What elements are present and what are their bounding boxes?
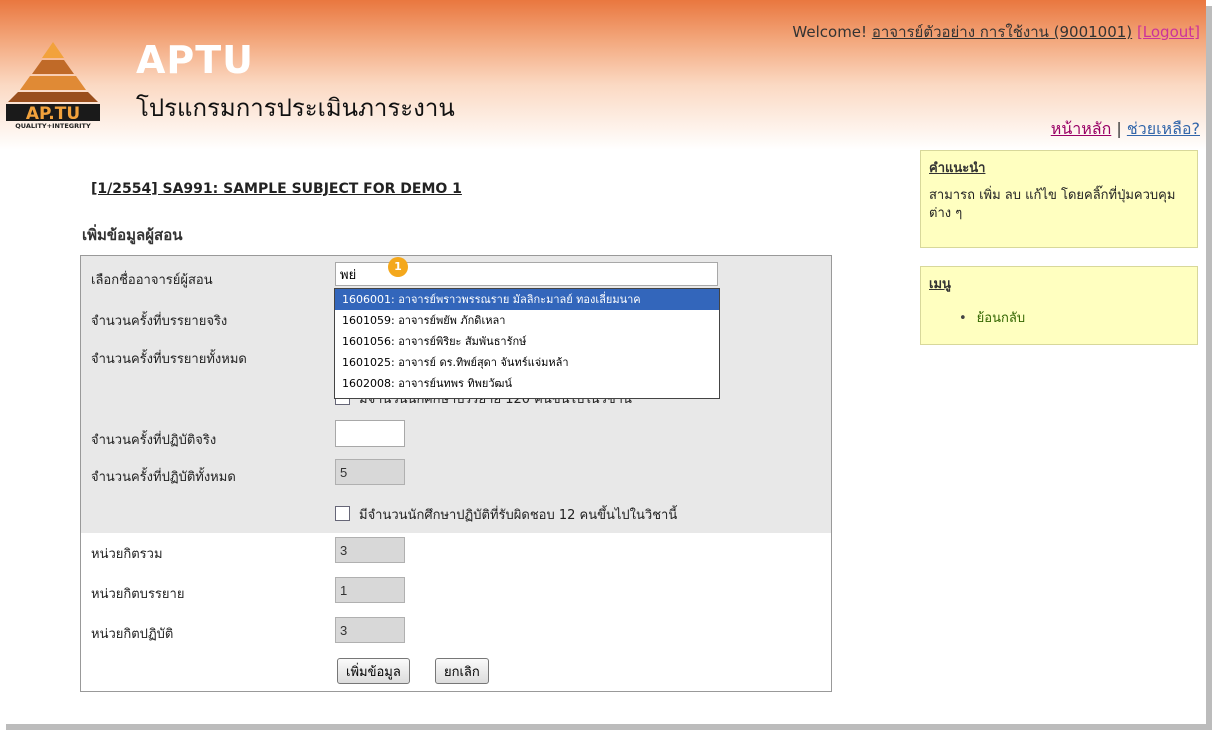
autocomplete-option[interactable]: 1601056: อาจารย์พิริยะ สัมพันธารักษ์ xyxy=(335,331,719,352)
aptu-logo: AP.TU QUALITY+INTEGRITY xyxy=(6,42,100,130)
logout-link[interactable]: [Logout] xyxy=(1137,23,1200,41)
credit-lecture-label: หน่วยกิตบรรยาย xyxy=(91,587,185,602)
link-separator: | xyxy=(1116,119,1122,138)
autocomplete-option[interactable]: 1601059: อาจารย์พยัพ ภักดิเหลา xyxy=(335,310,719,331)
lecture-total-label: จำนวนครั้งที่บรรยายทั้งหมด xyxy=(91,352,247,367)
subject-title[interactable]: [1/2554] SA991: SAMPLE SUBJECT FOR DEMO … xyxy=(91,181,462,197)
header: AP.TU QUALITY+INTEGRITY APTU โปรแกรมการป… xyxy=(0,0,1206,150)
user-name-link[interactable]: อาจารย์ตัวอย่าง การใช้งาน (9001001) xyxy=(872,23,1132,41)
add-data-button[interactable]: เพิ่มข้อมูล xyxy=(337,658,410,684)
menu-title: เมนู xyxy=(929,277,951,292)
autocomplete-option[interactable]: 1601025: อาจารย์ ดร.ทิพย์สุดา จันทร์แจ่ม… xyxy=(335,352,719,373)
step-number-badge: 1 xyxy=(388,257,408,277)
bullet-icon: • xyxy=(959,311,967,326)
welcome-bar: Welcome! อาจารย์ตัวอย่าง การใช้งาน (9001… xyxy=(792,20,1200,44)
menu-item-label: ย้อนกลับ xyxy=(976,311,1026,326)
menu-item-back[interactable]: • ย้อนกลับ xyxy=(959,307,1025,328)
autocomplete-option[interactable]: 1602008: อาจารย์นทพร ทิพยวัฒน์ xyxy=(335,373,719,394)
app-subtitle: โปรแกรมการประเมินภาระงาน xyxy=(136,94,455,122)
advice-title: คำแนะนำ xyxy=(929,161,986,176)
credit-lecture-field xyxy=(335,577,405,603)
section-title: เพิ่มข้อมูลผู้สอน xyxy=(82,226,183,244)
instructor-autocomplete-list: 1606001: อาจารย์พราวพรรณราย มัลลิกะมาลย์… xyxy=(334,288,720,399)
credit-practice-field xyxy=(335,617,405,643)
practice-12-checkbox-label: มีจำนวนนักศึกษาปฏิบัติที่รับผิดชอบ 12 คน… xyxy=(359,508,678,523)
credit-total-field xyxy=(335,537,405,563)
autocomplete-option[interactable]: 1606001: อาจารย์พราวพรรณราย มัลลิกะมาลย์… xyxy=(335,289,719,310)
welcome-prefix: Welcome! xyxy=(792,23,868,41)
svg-text:QUALITY+INTEGRITY: QUALITY+INTEGRITY xyxy=(15,122,91,130)
home-link[interactable]: หน้าหลัก xyxy=(1051,119,1112,138)
page-frame: AP.TU QUALITY+INTEGRITY APTU โปรแกรมการป… xyxy=(0,0,1206,724)
advice-box: คำแนะนำ สามารถ เพิ่ม ลบ แก้ไข โดยคลิ๊กที… xyxy=(920,150,1198,248)
advice-text: สามารถ เพิ่ม ลบ แก้ไข โดยคลิ๊กที่ปุ่มควบ… xyxy=(929,188,1176,221)
top-links: หน้าหลัก | ช่วยเหลือ? xyxy=(1051,117,1200,142)
instructor-label: เลือกชื่ออาจารย์ผู้สอน xyxy=(91,273,213,288)
menu-box: เมนู • ย้อนกลับ xyxy=(920,266,1198,345)
credit-practice-label: หน่วยกิตปฏิบัติ xyxy=(91,627,174,642)
practice-total-label: จำนวนครั้งที่ปฏิบัติทั้งหมด xyxy=(91,470,236,485)
practice-total-field xyxy=(335,459,405,485)
help-link[interactable]: ช่วยเหลือ? xyxy=(1127,119,1200,138)
practice-actual-input[interactable] xyxy=(335,420,405,447)
lecture-actual-label: จำนวนครั้งที่บรรยายจริง xyxy=(91,314,228,329)
app-name: APTU xyxy=(136,38,255,82)
svg-text:AP.TU: AP.TU xyxy=(26,104,80,124)
cancel-button[interactable]: ยกเลิก xyxy=(435,658,489,684)
practice-actual-label: จำนวนครั้งที่ปฏิบัติจริง xyxy=(91,433,217,448)
practice-12-checkbox[interactable] xyxy=(335,506,350,521)
credit-total-label: หน่วยกิตรวม xyxy=(91,547,163,562)
